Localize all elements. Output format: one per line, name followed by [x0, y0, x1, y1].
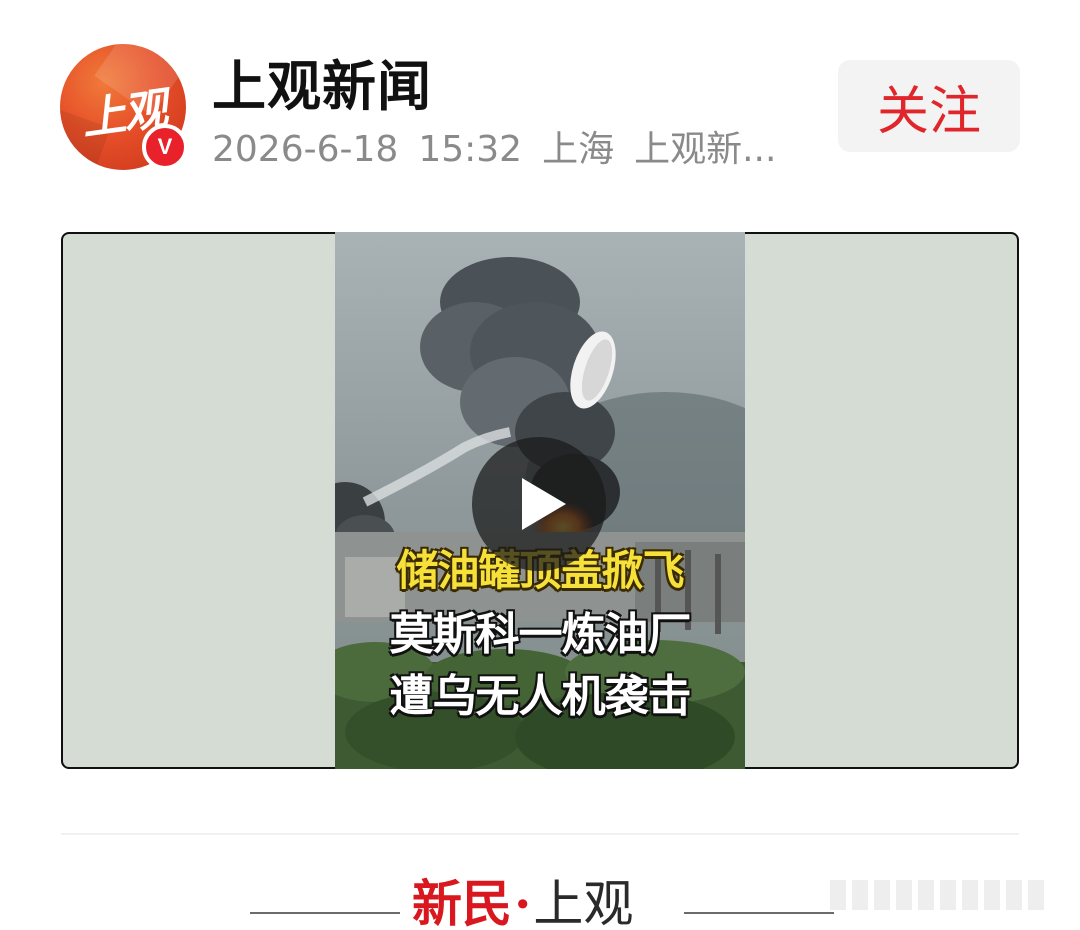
divider — [61, 833, 1019, 835]
video-player[interactable]: 储油罐顶盖掀飞 莫斯科一炼油厂 遭乌无人机袭击 — [61, 232, 1019, 769]
post-date: 2026-6-18 — [212, 129, 399, 170]
post-time: 15:32 — [418, 129, 523, 170]
banner-rule-right — [684, 912, 834, 914]
banner-rule-left — [250, 912, 400, 914]
brand-shangguan: 上观 — [533, 875, 634, 930]
account-name[interactable]: 上观新闻 — [212, 42, 432, 121]
video-caption-line-2: 莫斯科一炼油厂 — [389, 609, 692, 660]
play-icon — [522, 478, 566, 530]
video-caption-line-3: 遭乌无人机袭击 — [389, 671, 692, 722]
brand-banner: 新民·上观 — [412, 872, 633, 930]
account-avatar[interactable]: 上观 V — [60, 44, 188, 170]
post-source: 上观新... — [634, 129, 777, 170]
follow-button[interactable]: 关注 — [838, 60, 1020, 152]
play-button[interactable] — [472, 437, 606, 571]
brand-xinmin: 新民 — [412, 874, 512, 930]
post-meta: 2026-6-18 15:32 上海 上观新... — [212, 120, 796, 172]
verified-badge-icon: V — [142, 124, 188, 170]
post-location: 上海 — [542, 129, 615, 170]
brand-separator: · — [514, 874, 532, 930]
banner-decoration — [830, 880, 1050, 910]
article-page: 上观 V 上观新闻 2026-6-18 15:32 上海 上观新... 关注 莫… — [0, 0, 1080, 930]
